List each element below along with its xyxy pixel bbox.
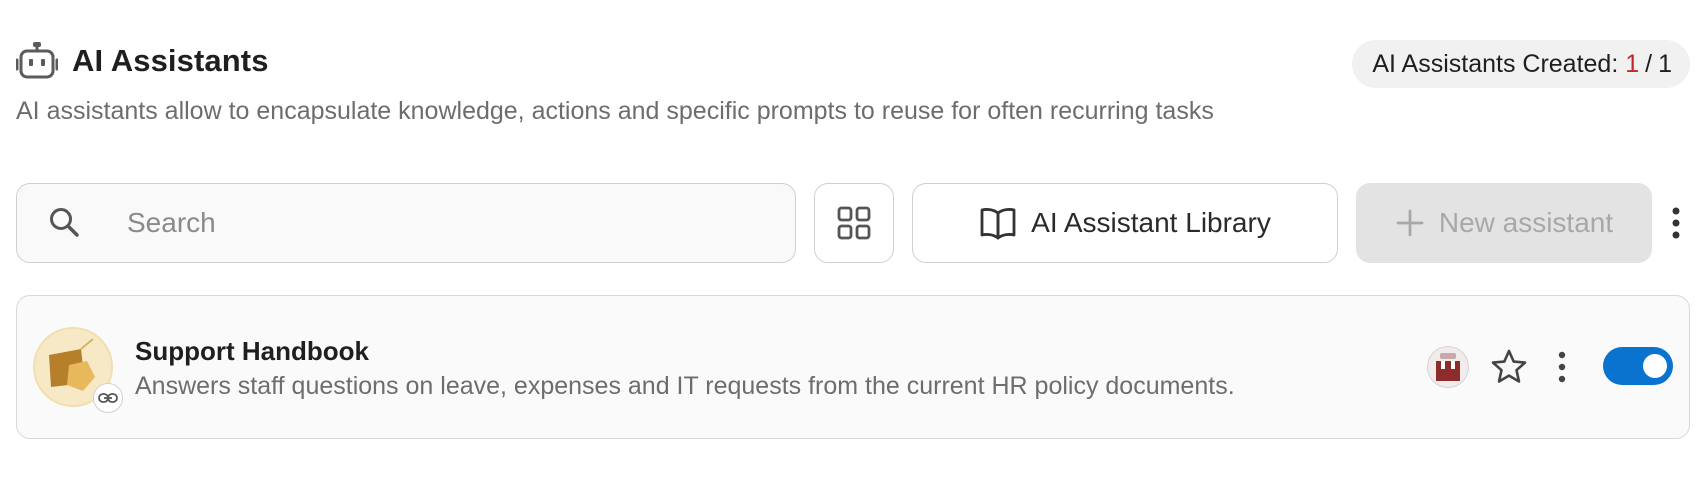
quota-separator: / — [1645, 49, 1653, 78]
toggle-knob — [1643, 354, 1667, 378]
grid-view-button[interactable] — [814, 183, 894, 263]
search-icon — [50, 208, 79, 237]
shared-link-badge — [93, 383, 123, 413]
search-input[interactable] — [125, 194, 765, 252]
grid-view-icon — [837, 206, 871, 240]
card-more-vertical-icon[interactable] — [1551, 347, 1573, 387]
assistant-enabled-toggle[interactable] — [1603, 347, 1673, 385]
assistant-avatar-wrap — [33, 327, 123, 413]
owner-avatar[interactable] — [1427, 346, 1469, 388]
plus-icon — [1396, 209, 1424, 237]
quota-label: AI Assistants Created: — [1372, 49, 1619, 78]
ai-assistant-library-button[interactable]: AI Assistant Library — [912, 183, 1338, 263]
assistants-quota-badge: AI Assistants Created: 1/1 — [1352, 40, 1690, 88]
library-button-label: AI Assistant Library — [1031, 207, 1271, 238]
favorite-star-icon[interactable] — [1489, 347, 1529, 387]
new-assistant-label: New assistant — [1438, 207, 1614, 238]
assistant-card[interactable]: Support Handbook Answers staff questions… — [16, 295, 1690, 439]
page-title: AI Assistants — [72, 43, 269, 78]
more-vertical-icon — [1672, 207, 1680, 239]
assistant-name: Support Handbook — [135, 336, 369, 366]
page-subtitle: AI assistants allow to encapsulate knowl… — [16, 97, 1214, 125]
quota-limit: 1 — [1658, 49, 1672, 78]
page-header: AI Assistants — [16, 40, 269, 82]
new-assistant-button[interactable]: New assistant — [1356, 183, 1652, 263]
owner-avatar-image — [1436, 353, 1460, 381]
open-book-icon — [980, 208, 1016, 240]
toolbar: AI Assistant Library New assistant — [16, 183, 1690, 263]
robot-icon — [16, 42, 58, 79]
link-icon — [98, 393, 118, 403]
quota-used: 1 — [1625, 49, 1640, 78]
toolbar-more-button[interactable] — [1662, 199, 1690, 247]
search-box[interactable] — [16, 183, 796, 263]
assistant-description: Answers staff questions on leave, expens… — [135, 372, 1235, 400]
